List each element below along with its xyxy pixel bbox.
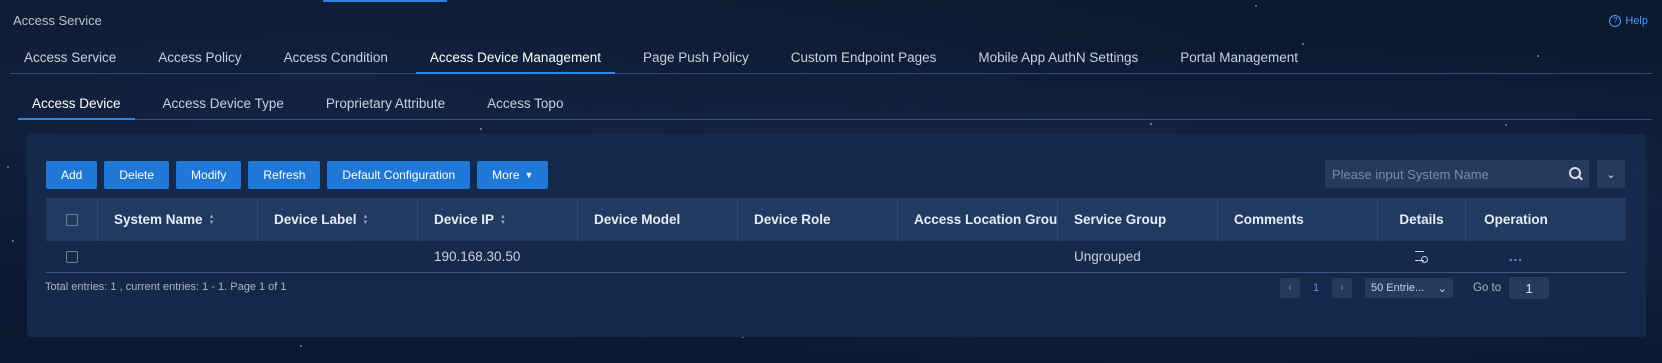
search-icon[interactable]: [1561, 160, 1589, 188]
cell-device-ip: 190.168.30.50: [434, 249, 521, 264]
tab-portal-management[interactable]: Portal Management: [1166, 44, 1312, 74]
device-table: System Name ▲ ▼ Device Label ▲ ▼ Device IP…: [46, 198, 1626, 273]
column-system-name[interactable]: System Name ▲ ▼: [98, 198, 258, 241]
sort-icon[interactable]: ▲ ▼: [209, 214, 215, 226]
column-label: Device IP: [434, 212, 495, 227]
column-device-model: Device Model: [578, 198, 738, 241]
column-service-group: Service Group: [1058, 198, 1218, 241]
cell-comments: [1218, 241, 1378, 272]
page-number[interactable]: 1: [1308, 282, 1324, 294]
sub-tabs: Access Device Access Device Type Proprie…: [18, 92, 1652, 120]
goto-label: Go to: [1473, 282, 1502, 294]
cell-device-role: [738, 241, 898, 272]
column-access-location-group: Access Location Group: [898, 198, 1058, 241]
subtab-access-topo[interactable]: Access Topo: [473, 92, 577, 120]
sort-icon[interactable]: ▲ ▼: [500, 214, 506, 226]
cell-service-group: Ungrouped: [1074, 249, 1141, 264]
modify-button[interactable]: Modify: [176, 161, 242, 189]
tab-access-device-management[interactable]: Access Device Management: [415, 44, 615, 74]
row-checkbox[interactable]: [66, 250, 78, 263]
column-device-ip[interactable]: Device IP ▲ ▼: [418, 198, 578, 241]
column-comments: Comments: [1218, 198, 1378, 241]
tab-custom-endpoint-pages[interactable]: Custom Endpoint Pages: [777, 44, 951, 74]
cell-access-location-group: [898, 241, 1058, 272]
top-accent-bar: [323, 0, 447, 2]
chevron-right-icon: ›: [1340, 282, 1344, 294]
sort-icon[interactable]: ▲ ▼: [363, 214, 369, 226]
page-size-value: 50 Entrie...: [1371, 282, 1425, 294]
column-label: Device Label: [274, 212, 357, 227]
subtab-proprietary-attribute[interactable]: Proprietary Attribute: [312, 92, 459, 120]
more-label: More: [492, 168, 520, 182]
tab-access-service[interactable]: Access Service: [10, 44, 130, 74]
chevron-down-icon: ⌄: [1437, 282, 1447, 295]
goto-page-input[interactable]: 1: [1509, 277, 1550, 299]
cell-device-label: [258, 241, 418, 272]
add-button[interactable]: Add: [46, 161, 98, 189]
page-size-select[interactable]: 50 Entrie... ⌄: [1365, 278, 1453, 298]
table-header: System Name ▲ ▼ Device Label ▲ ▼ Device IP…: [46, 198, 1626, 241]
subtab-access-device-type[interactable]: Access Device Type: [149, 92, 298, 120]
tab-access-policy[interactable]: Access Policy: [144, 44, 255, 74]
tab-mobile-app-authn-settings[interactable]: Mobile App AuthN Settings: [964, 44, 1152, 74]
next-page-button[interactable]: ›: [1332, 278, 1352, 298]
prev-page-button[interactable]: ‹: [1280, 278, 1300, 298]
chevron-left-icon: ‹: [1288, 282, 1292, 294]
page-title: Access Service: [13, 13, 102, 28]
chevron-down-icon: ▼: [524, 170, 534, 180]
help-label: Help: [1625, 15, 1648, 27]
delete-button[interactable]: Delete: [104, 161, 170, 189]
column-device-label[interactable]: Device Label ▲ ▼: [258, 198, 418, 241]
refresh-button[interactable]: Refresh: [248, 161, 321, 189]
subtab-access-device[interactable]: Access Device: [18, 92, 135, 120]
tab-access-condition[interactable]: Access Condition: [270, 44, 402, 74]
column-details: Details: [1378, 198, 1466, 241]
table-row: 190.168.30.50 Ungrouped ...: [46, 241, 1626, 273]
cell-operation: ...: [1466, 241, 1566, 272]
default-configuration-button[interactable]: Default Configuration: [327, 161, 471, 189]
details-list-icon[interactable]: [1415, 250, 1429, 264]
help-icon: ?: [1609, 15, 1622, 27]
pagination-summary: Total entries: 1 , current entries: 1 - …: [45, 281, 287, 293]
chevron-down-icon: ⌄: [1606, 168, 1616, 181]
search-box: [1325, 160, 1589, 188]
column-device-role: Device Role: [738, 198, 898, 241]
header-select-all: [46, 198, 98, 241]
column-operation: Operation: [1484, 212, 1548, 227]
pagination: ‹ 1 › 50 Entrie... ⌄ Go to 1: [1280, 277, 1550, 299]
help-link[interactable]: ? Help: [1609, 15, 1648, 27]
tab-page-push-policy[interactable]: Page Push Policy: [629, 44, 763, 74]
cell-device-model: [578, 241, 738, 272]
main-tabs: Access Service Access Policy Access Cond…: [10, 44, 1652, 74]
operation-more-link[interactable]: ...: [1509, 249, 1523, 264]
expand-search-button[interactable]: ⌄: [1597, 160, 1625, 188]
content-panel: Add Delete Modify Refresh Default Config…: [27, 134, 1646, 337]
toolbar: Add Delete Modify Refresh Default Config…: [46, 161, 549, 189]
search-input[interactable]: [1325, 166, 1561, 182]
row-select-cell: [46, 241, 98, 272]
cell-details: [1378, 241, 1466, 272]
cell-system-name: [98, 241, 258, 272]
more-button[interactable]: More ▼: [477, 161, 549, 189]
column-label: System Name: [114, 212, 203, 227]
select-all-checkbox[interactable]: [65, 213, 78, 226]
